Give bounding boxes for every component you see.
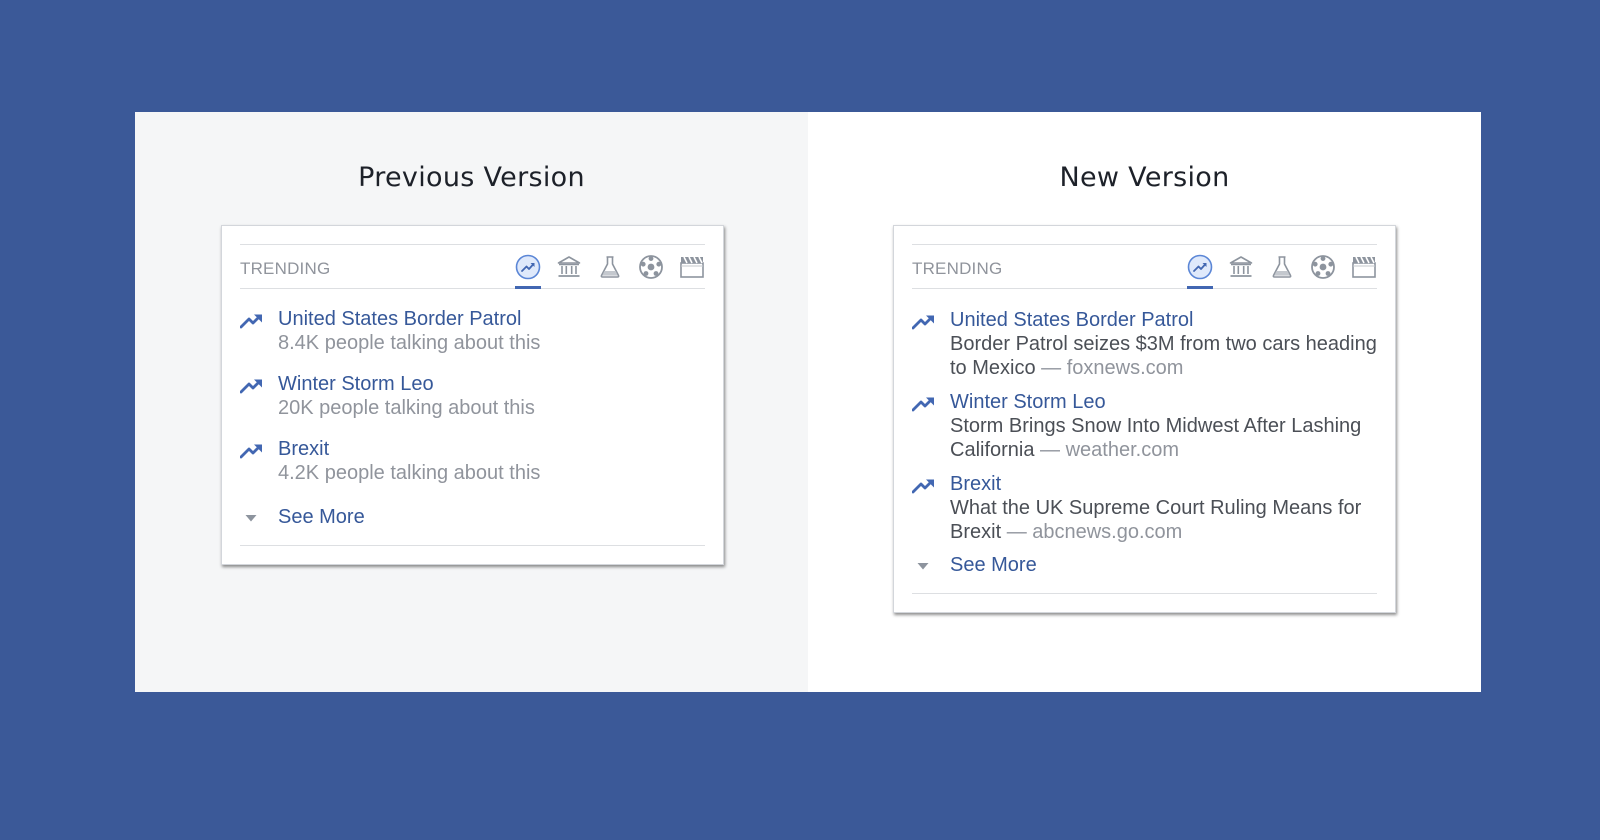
trending-arrow-icon [912, 390, 950, 462]
politics-icon[interactable] [1228, 245, 1254, 288]
topic-title-link[interactable]: United States Border Patrol [950, 308, 1377, 332]
topic-source: abcnews.go.com [1032, 521, 1183, 543]
trending-topic-list: United States Border Patrol 8.4K people … [240, 289, 705, 485]
see-more-label: See More [278, 505, 365, 528]
topic-title-link[interactable]: Brexit [278, 437, 705, 461]
topic-title-link[interactable]: Winter Storm Leo [278, 372, 705, 396]
topic-source: weather.com [1065, 439, 1179, 461]
trending-icon[interactable] [1187, 245, 1213, 289]
see-more-button[interactable]: See More [912, 550, 1377, 580]
trending-topic-item[interactable]: Brexit What the UK Supreme Court Ruling … [912, 472, 1377, 544]
trending-label: TRENDING [240, 259, 331, 278]
science-icon[interactable] [1269, 245, 1295, 288]
caret-down-icon [912, 554, 950, 577]
previous-version-title: Previous Version [358, 162, 585, 193]
topic-title-link[interactable]: Brexit [950, 472, 1377, 496]
see-more-label: See More [950, 553, 1037, 576]
sports-icon[interactable] [638, 245, 664, 288]
new-version-panel: New Version TRENDING United States Borde… [808, 112, 1481, 692]
trending-topic-item[interactable]: United States Border Patrol 8.4K people … [240, 307, 705, 355]
new-version-title: New Version [1059, 162, 1230, 193]
topic-source: foxnews.com [1066, 357, 1184, 379]
source-separator: — [1041, 357, 1067, 379]
sports-icon[interactable] [1310, 245, 1336, 288]
trending-topic-item[interactable]: United States Border Patrol Border Patro… [912, 308, 1377, 380]
science-icon[interactable] [597, 245, 623, 288]
topic-people-count: 20K people talking about this [278, 397, 535, 419]
trending-icon[interactable] [515, 245, 541, 289]
trending-arrow-icon [912, 472, 950, 544]
trending-card-previous: TRENDING United States Border Patrol 8.4… [221, 225, 724, 565]
trending-header: TRENDING [912, 245, 1377, 289]
trending-label: TRENDING [912, 259, 1003, 278]
politics-icon[interactable] [556, 245, 582, 288]
comparison-panel: Previous Version TRENDING United States … [135, 112, 1482, 692]
category-tabs [500, 245, 705, 289]
trending-arrow-icon [240, 437, 278, 485]
category-tabs [1172, 245, 1377, 289]
source-separator: — [1006, 521, 1033, 543]
entertainment-icon[interactable] [679, 245, 705, 288]
trending-topic-item[interactable]: Winter Storm Leo 20K people talking abou… [240, 372, 705, 420]
trending-card-new: TRENDING United States Border Patrol Bor… [893, 225, 1396, 613]
trending-arrow-icon [240, 372, 278, 420]
topic-people-count: 8.4K people talking about this [278, 332, 541, 354]
trending-arrow-icon [240, 307, 278, 355]
caret-down-icon [240, 506, 278, 529]
entertainment-icon[interactable] [1351, 245, 1377, 288]
trending-topic-item[interactable]: Winter Storm Leo Storm Brings Snow Into … [912, 390, 1377, 462]
previous-version-panel: Previous Version TRENDING United States … [135, 112, 808, 692]
topic-title-link[interactable]: United States Border Patrol [278, 307, 705, 331]
topic-title-link[interactable]: Winter Storm Leo [950, 390, 1377, 414]
topic-people-count: 4.2K people talking about this [278, 462, 541, 484]
source-separator: — [1040, 439, 1066, 461]
card-divider [240, 545, 705, 546]
card-divider [912, 593, 1377, 594]
trending-topic-item[interactable]: Brexit 4.2K people talking about this [240, 437, 705, 485]
see-more-button[interactable]: See More [240, 502, 705, 532]
trending-topic-list: United States Border Patrol Border Patro… [912, 289, 1377, 544]
trending-arrow-icon [912, 308, 950, 380]
trending-header: TRENDING [240, 245, 705, 289]
